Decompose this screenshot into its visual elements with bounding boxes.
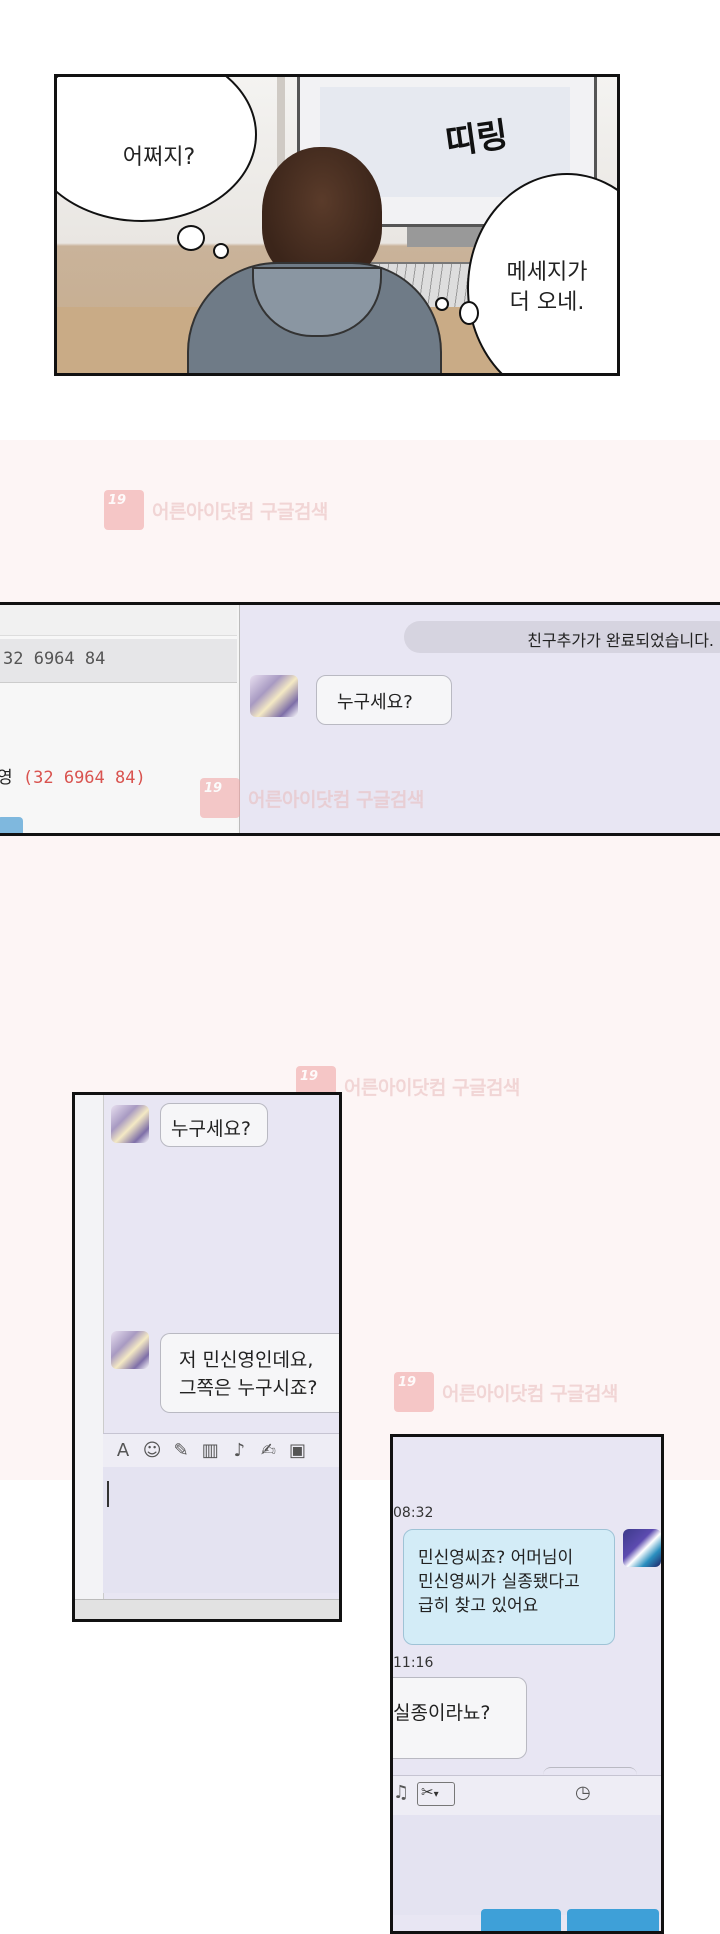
scissors-icon: ✂ bbox=[421, 1783, 434, 1801]
clock-icon[interactable]: ◷ bbox=[575, 1782, 591, 1803]
phone-field[interactable]: 32 6964 84 bbox=[0, 639, 237, 683]
file-icon[interactable]: ▥ bbox=[198, 1440, 222, 1461]
message-time: 08:32 bbox=[393, 1505, 434, 1521]
scissors-dropdown[interactable]: ✂▾ bbox=[417, 1782, 455, 1806]
contact-avatar[interactable] bbox=[250, 675, 298, 717]
contact-name-row: 영 (32 6964 84) bbox=[0, 763, 146, 788]
chat-text-input[interactable] bbox=[393, 1815, 661, 1915]
speech-bubble-dot-small bbox=[435, 297, 449, 311]
received-message-line1: 민신영씨죠? 어머님이 bbox=[418, 1548, 574, 1568]
chat-message-bubble: 누구세요? bbox=[160, 1103, 268, 1147]
sound-effect-text: 띠링 bbox=[443, 114, 511, 164]
chat-message-text: 누구세요? bbox=[171, 1118, 252, 1140]
comic-panel-desk-scene: 어쩌지? 띠링 메세지가 더 오네. bbox=[54, 74, 620, 376]
magic-wand-icon[interactable]: ✎ bbox=[169, 1440, 193, 1461]
received-message-line2: 민신영씨가 실종됐다고 bbox=[418, 1572, 580, 1592]
system-notice-pill: 친구추가가 완료되었습니다. bbox=[404, 621, 720, 653]
watermark: 19 어른아이닷컴 구글검색 bbox=[200, 778, 424, 818]
chat-window-footer bbox=[75, 1599, 339, 1619]
music-icon[interactable]: ♫ bbox=[393, 1782, 409, 1803]
text-cursor bbox=[107, 1481, 109, 1507]
sent-message-bubble: 실종이라뇨? bbox=[393, 1677, 527, 1759]
message-time: 11:16 bbox=[393, 1655, 434, 1671]
chat-window-left-edge bbox=[75, 1095, 104, 1619]
sender-avatar[interactable] bbox=[623, 1529, 661, 1567]
chat-message-text: 누구세요? bbox=[337, 692, 413, 713]
watermark-text: 어른아이닷컴 구글검색 bbox=[344, 1076, 520, 1099]
received-message-line3: 급히 찾고 있어요 bbox=[418, 1596, 539, 1616]
sent-message-text: 실종이라뇨? bbox=[393, 1702, 491, 1724]
watermark-logo: 19 bbox=[104, 490, 144, 530]
send-button[interactable] bbox=[567, 1909, 659, 1931]
thought-bubble-text: 어쩌지? bbox=[122, 144, 196, 170]
chat-message-bubble: 누구세요? bbox=[316, 675, 452, 725]
watermark-logo: 19 bbox=[394, 1372, 434, 1412]
watermark: 19 어른아이닷컴 구글검색 bbox=[104, 490, 328, 530]
chat-message-line1: 저 민신영인데요, bbox=[179, 1349, 314, 1371]
speech-bubble-line2: 더 오네. bbox=[509, 290, 585, 315]
chat-text-input[interactable] bbox=[103, 1467, 339, 1593]
edit-icon[interactable]: ✍ bbox=[256, 1440, 280, 1461]
action-button-1[interactable] bbox=[481, 1909, 561, 1931]
font-icon[interactable]: A bbox=[111, 1440, 135, 1461]
emoji-icon[interactable]: ☺ bbox=[140, 1440, 164, 1461]
speech-bubble-line1: 메세지가 bbox=[506, 260, 588, 285]
phone-field-value: 32 6964 84 bbox=[3, 649, 106, 669]
chat-input-toolbar: ♫ ✂▾ ◷ bbox=[393, 1775, 661, 1815]
chevron-down-icon: ▾ bbox=[433, 1789, 439, 1800]
chat-message-bubble: 저 민신영인데요, 그쪽은 누구시죠? bbox=[160, 1333, 339, 1413]
messenger-panel-right: 08:32 민신영씨죠? 어머님이 민신영씨가 실종됐다고 급히 찾고 있어요 … bbox=[390, 1434, 664, 1934]
thought-bubble-dot-large bbox=[177, 225, 205, 251]
watermark-text: 어른아이닷컴 구글검색 bbox=[248, 788, 424, 811]
thought-bubble-dot-small bbox=[213, 243, 229, 259]
contact-avatar[interactable] bbox=[111, 1105, 149, 1143]
contact-name-prefix: 영 bbox=[0, 768, 13, 788]
contact-header-strip bbox=[0, 605, 237, 636]
watermark: 19 어른아이닷컴 구글검색 bbox=[394, 1372, 618, 1412]
watermark-text: 어른아이닷컴 구글검색 bbox=[152, 500, 328, 523]
contact-action-button[interactable] bbox=[0, 817, 23, 833]
contact-avatar[interactable] bbox=[111, 1331, 149, 1369]
messenger-panel-left: 누구세요? 저 민신영인데요, 그쪽은 누구시죠? A ☺ ✎ ▥ ♪ ✍ ▣ bbox=[72, 1092, 342, 1622]
system-notice-text: 친구추가가 완료되었습니다. bbox=[527, 631, 714, 650]
speech-bubble-dot-large bbox=[459, 301, 479, 325]
contact-red-number: (32 6964 84) bbox=[22, 768, 146, 788]
received-message-bubble: 민신영씨죠? 어머님이 민신영씨가 실종됐다고 급히 찾고 있어요 bbox=[403, 1529, 615, 1645]
watermark-logo: 19 bbox=[200, 778, 240, 818]
watermark-text: 어른아이닷컴 구글검색 bbox=[442, 1382, 618, 1405]
image-icon[interactable]: ▣ bbox=[286, 1440, 310, 1461]
microphone-icon[interactable]: ♪ bbox=[227, 1440, 251, 1461]
chat-message-line2: 그쪽은 누구시죠? bbox=[179, 1377, 318, 1399]
chat-input-toolbar: A ☺ ✎ ▥ ♪ ✍ ▣ bbox=[103, 1433, 339, 1467]
